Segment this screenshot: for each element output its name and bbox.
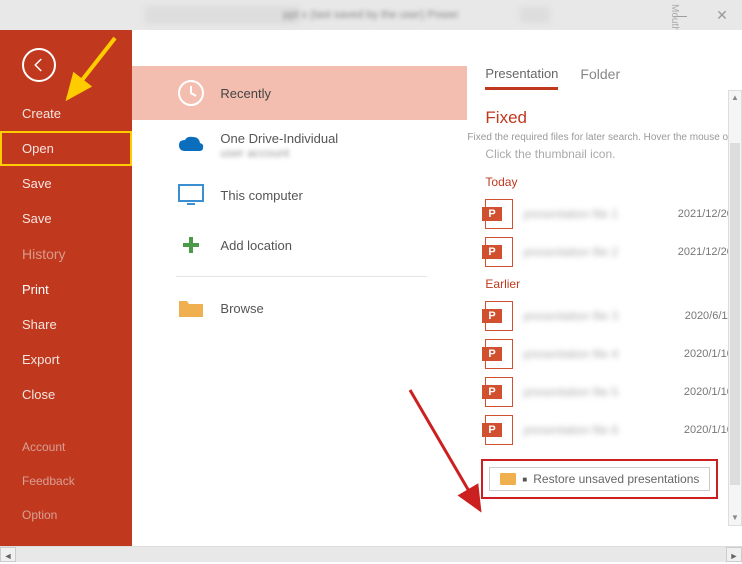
place-browse[interactable]: Browse bbox=[132, 283, 467, 333]
file-name: presentation file 6 bbox=[523, 423, 673, 437]
sidebar-item-saveas[interactable]: Save bbox=[0, 201, 132, 236]
place-add-location[interactable]: Add location bbox=[132, 220, 467, 270]
sidebar-item-option[interactable]: Option bbox=[0, 498, 132, 532]
computer-icon bbox=[176, 180, 206, 210]
ppt-icon bbox=[485, 339, 513, 369]
file-row[interactable]: presentation file 1 2021/12/20 1 bbox=[467, 195, 742, 233]
content-area: Recently One Drive-Individual user accou… bbox=[132, 30, 742, 546]
plus-icon bbox=[176, 230, 206, 260]
ppt-icon bbox=[485, 301, 513, 331]
fixed-header: Fixed bbox=[467, 108, 742, 128]
tab-folder[interactable]: Folder bbox=[580, 66, 620, 90]
title-blur bbox=[145, 6, 300, 24]
folder-icon bbox=[500, 473, 516, 485]
ppt-icon bbox=[485, 237, 513, 267]
fixed-subtext: Fixed the required files for later searc… bbox=[467, 132, 742, 143]
group-earlier: Earlier bbox=[467, 277, 742, 291]
scroll-track[interactable] bbox=[16, 547, 726, 562]
ppt-icon bbox=[485, 199, 513, 229]
sidebar-item-open[interactable]: Open bbox=[0, 131, 132, 166]
place-label: Recently bbox=[220, 86, 271, 101]
file-name: presentation file 4 bbox=[523, 347, 673, 361]
group-today: Today bbox=[467, 175, 742, 189]
clock-icon bbox=[176, 78, 206, 108]
title-blur2 bbox=[520, 7, 550, 23]
file-name: presentation file 1 bbox=[523, 207, 667, 221]
file-name: presentation file 5 bbox=[523, 385, 673, 399]
place-label: Browse bbox=[220, 301, 263, 316]
place-onedrive[interactable]: One Drive-Individual user account bbox=[132, 120, 467, 170]
folder-icon bbox=[176, 293, 206, 323]
file-name: presentation file 3 bbox=[523, 309, 674, 323]
scroll-down-icon[interactable]: ▼ bbox=[729, 511, 741, 525]
sidebar-item-account[interactable]: Account bbox=[0, 430, 132, 464]
recent-column: Presentation Folder Fixed Fixed the requ… bbox=[467, 30, 742, 546]
file-row[interactable]: presentation file 2 2021/12/20 1 bbox=[467, 233, 742, 271]
sidebar-item-print[interactable]: Print bbox=[0, 272, 132, 307]
window-title: ppt x (last saved by the user) Power bbox=[283, 9, 458, 21]
restore-highlight: ■ Restore unsaved presentations bbox=[481, 459, 718, 499]
place-label: Add location bbox=[220, 238, 292, 253]
tab-presentation[interactable]: Presentation bbox=[485, 66, 558, 90]
back-arrow-icon bbox=[30, 56, 48, 74]
titlebar: ppt x (last saved by the user) Power Mou… bbox=[0, 0, 742, 30]
vertical-label: Mouth bbox=[669, 4, 680, 32]
scroll-up-icon[interactable]: ▲ bbox=[729, 91, 741, 105]
restore-label: Restore unsaved presentations bbox=[533, 472, 699, 486]
backstage-sidebar: Create Open Save Save History Print Shar… bbox=[0, 30, 132, 546]
onedrive-account: user account bbox=[220, 146, 338, 160]
ppt-icon bbox=[485, 377, 513, 407]
place-this-computer[interactable]: This computer bbox=[132, 170, 467, 220]
file-row[interactable]: presentation file 6 2020/1/10 1 bbox=[467, 411, 742, 449]
place-label: This computer bbox=[220, 188, 302, 203]
back-button[interactable] bbox=[22, 48, 56, 82]
horizontal-scrollbar[interactable]: ◄ ► bbox=[0, 546, 742, 562]
file-row[interactable]: presentation file 3 2020/6/11 2 bbox=[467, 297, 742, 335]
sidebar-item-create[interactable]: Create bbox=[0, 96, 132, 131]
fixed-clicktext: Click the thumbnail icon. bbox=[467, 147, 742, 161]
sidebar-item-close[interactable]: Close bbox=[0, 377, 132, 412]
scroll-left-icon[interactable]: ◄ bbox=[0, 547, 16, 562]
scroll-right-icon[interactable]: ► bbox=[726, 547, 742, 562]
restore-unsaved-button[interactable]: ■ Restore unsaved presentations bbox=[489, 467, 710, 491]
file-row[interactable]: presentation file 5 2020/1/10 1 bbox=[467, 373, 742, 411]
places-column: Recently One Drive-Individual user accou… bbox=[132, 30, 467, 546]
place-label: One Drive-Individual bbox=[220, 131, 338, 146]
cloud-icon bbox=[176, 130, 206, 160]
sidebar-item-save[interactable]: Save bbox=[0, 166, 132, 201]
ppt-icon bbox=[485, 415, 513, 445]
bullet-icon: ■ bbox=[522, 475, 527, 484]
place-recently[interactable]: Recently bbox=[132, 66, 467, 120]
vertical-scrollbar[interactable]: ▲ ▼ bbox=[728, 90, 742, 526]
file-name: presentation file 2 bbox=[523, 245, 667, 259]
scroll-thumb[interactable] bbox=[730, 143, 740, 485]
tabs: Presentation Folder bbox=[467, 66, 742, 90]
file-row[interactable]: presentation file 4 2020/1/10 1 bbox=[467, 335, 742, 373]
close-button[interactable]: ✕ bbox=[710, 7, 734, 24]
sidebar-item-share[interactable]: Share bbox=[0, 307, 132, 342]
divider bbox=[176, 276, 427, 277]
sidebar-item-feedback[interactable]: Feedback bbox=[0, 464, 132, 498]
sidebar-item-export[interactable]: Export bbox=[0, 342, 132, 377]
sidebar-item-history[interactable]: History bbox=[0, 236, 132, 272]
